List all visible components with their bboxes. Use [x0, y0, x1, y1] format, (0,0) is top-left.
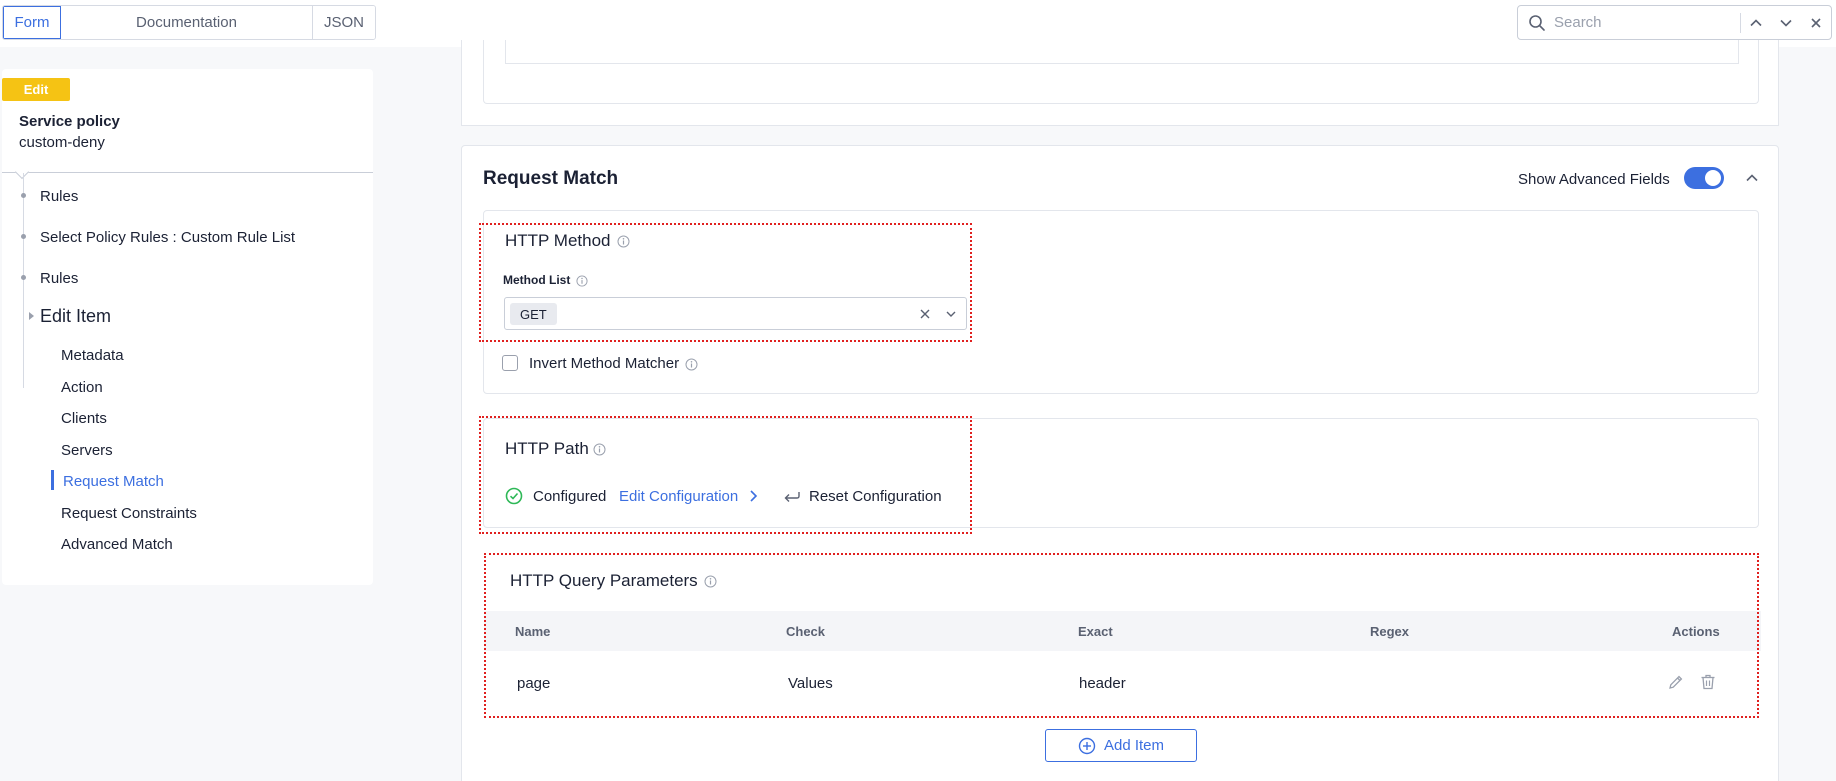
info-icon[interactable] — [593, 443, 606, 456]
info-icon[interactable] — [685, 358, 698, 371]
chevron-down-icon — [946, 311, 956, 317]
nav-item-request-constraints[interactable]: Request Constraints — [61, 505, 197, 522]
nav-item-advanced-match[interactable]: Advanced Match — [61, 536, 173, 553]
chevron-up-icon — [1746, 174, 1758, 182]
edit-badge: Edit — [2, 78, 70, 101]
delete-row-button[interactable] — [1699, 673, 1717, 691]
chevron-down-icon — [1780, 19, 1792, 27]
trash-icon — [1701, 674, 1715, 690]
current-arrow-icon — [29, 312, 34, 320]
close-icon — [920, 309, 930, 319]
close-icon — [1811, 17, 1821, 28]
collapse-section-button[interactable] — [1742, 168, 1762, 188]
breadcrumb-rules-2[interactable]: Rules — [40, 270, 78, 287]
column-header-actions: Actions — [1672, 624, 1720, 639]
advanced-fields-label: Show Advanced Fields — [1518, 171, 1670, 188]
toggle-knob — [1705, 170, 1721, 186]
tree-dot — [21, 193, 26, 198]
sidebar-panel: Edit Service policy custom-deny Rules Se… — [2, 69, 373, 585]
search-box — [1517, 5, 1832, 40]
info-icon[interactable] — [704, 575, 717, 588]
http-method-title-text: HTTP Method — [505, 231, 611, 250]
nav-item-metadata[interactable]: Metadata — [61, 347, 124, 364]
method-chip-get[interactable]: GET — [510, 303, 557, 325]
query-params-table-header: Name Check Exact Regex Actions — [484, 611, 1761, 651]
sidebar-divider — [2, 172, 373, 173]
view-tabs: Form Documentation JSON — [2, 5, 376, 40]
dropdown-toggle[interactable] — [943, 306, 959, 322]
nav-active-indicator — [51, 470, 54, 490]
method-list-select[interactable]: GET — [504, 297, 967, 330]
invert-method-label: Invert Method Matcher — [529, 355, 698, 372]
advanced-fields-toggle[interactable] — [1684, 167, 1724, 189]
breadcrumb-rules[interactable]: Rules — [40, 188, 78, 205]
tab-form[interactable]: Form — [3, 6, 61, 39]
request-match-card: Request Match Show Advanced Fields HTTP … — [461, 145, 1779, 781]
row-check: Values — [788, 675, 833, 692]
info-icon[interactable] — [576, 275, 588, 287]
edit-configuration-link[interactable]: Edit Configuration — [619, 488, 738, 505]
query-params-title: HTTP Query Parameters — [510, 571, 717, 591]
http-path-title-text: HTTP Path — [505, 439, 589, 458]
http-path-card: HTTP Path Configured Edit Configuration … — [483, 418, 1759, 528]
search-icon — [1528, 14, 1546, 32]
chevron-up-icon — [1750, 18, 1762, 26]
check-circle-icon — [505, 487, 523, 510]
previous-section-card — [461, 40, 1779, 126]
section-title: Request Match — [483, 168, 619, 189]
nav-item-request-match[interactable]: Request Match — [63, 473, 164, 490]
query-params-title-text: HTTP Query Parameters — [510, 571, 698, 590]
row-exact: header — [1079, 675, 1126, 692]
current-page-title: Edit Item — [40, 306, 112, 326]
add-item-label: Add Item — [1103, 737, 1165, 754]
plus-circle-icon — [1078, 737, 1096, 754]
column-header-name: Name — [515, 624, 551, 639]
breadcrumb-select-policy-rules[interactable]: Select Policy Rules : Custom Rule List — [40, 229, 295, 246]
nav-item-action[interactable]: Action — [61, 379, 103, 396]
column-header-check: Check — [786, 624, 826, 639]
column-header-exact: Exact — [1078, 624, 1113, 639]
invert-method-label-text: Invert Method Matcher — [529, 355, 680, 372]
search-input[interactable] — [1554, 14, 1734, 31]
clear-selection-button[interactable] — [917, 306, 933, 322]
previous-section-inner — [483, 40, 1759, 104]
column-header-regex: Regex — [1370, 624, 1410, 639]
row-name: page — [517, 675, 551, 692]
reset-configuration-button[interactable]: Reset Configuration — [809, 488, 942, 505]
object-name: custom-deny — [19, 134, 105, 151]
tab-documentation[interactable]: Documentation — [61, 6, 313, 39]
http-method-title: HTTP Method — [505, 231, 630, 251]
path-status: Configured — [533, 488, 607, 505]
search-close-button[interactable] — [1801, 6, 1831, 39]
edit-row-button[interactable] — [1667, 673, 1685, 691]
tab-json[interactable]: JSON — [313, 6, 375, 39]
method-list-label: Method List — [503, 273, 588, 287]
previous-section-field — [505, 40, 1739, 64]
nav-item-servers[interactable]: Servers — [61, 442, 113, 459]
reset-icon[interactable] — [783, 487, 801, 510]
chevron-right-icon[interactable] — [748, 488, 760, 509]
tree-dot — [21, 234, 26, 239]
object-type-title: Service policy — [19, 113, 120, 130]
search-next-button[interactable] — [1771, 6, 1801, 39]
pencil-icon — [1669, 675, 1683, 689]
info-icon[interactable] — [617, 235, 630, 248]
breadcrumb-tree-line — [23, 173, 24, 388]
invert-method-checkbox[interactable] — [502, 355, 518, 371]
search-prev-button[interactable] — [1741, 6, 1771, 39]
method-list-label-text: Method List — [503, 273, 571, 287]
nav-item-clients[interactable]: Clients — [61, 410, 107, 427]
http-path-title: HTTP Path — [505, 439, 606, 459]
sidebar-caret — [14, 164, 30, 180]
add-item-button[interactable]: Add Item — [1045, 729, 1197, 762]
tree-dot — [21, 275, 26, 280]
